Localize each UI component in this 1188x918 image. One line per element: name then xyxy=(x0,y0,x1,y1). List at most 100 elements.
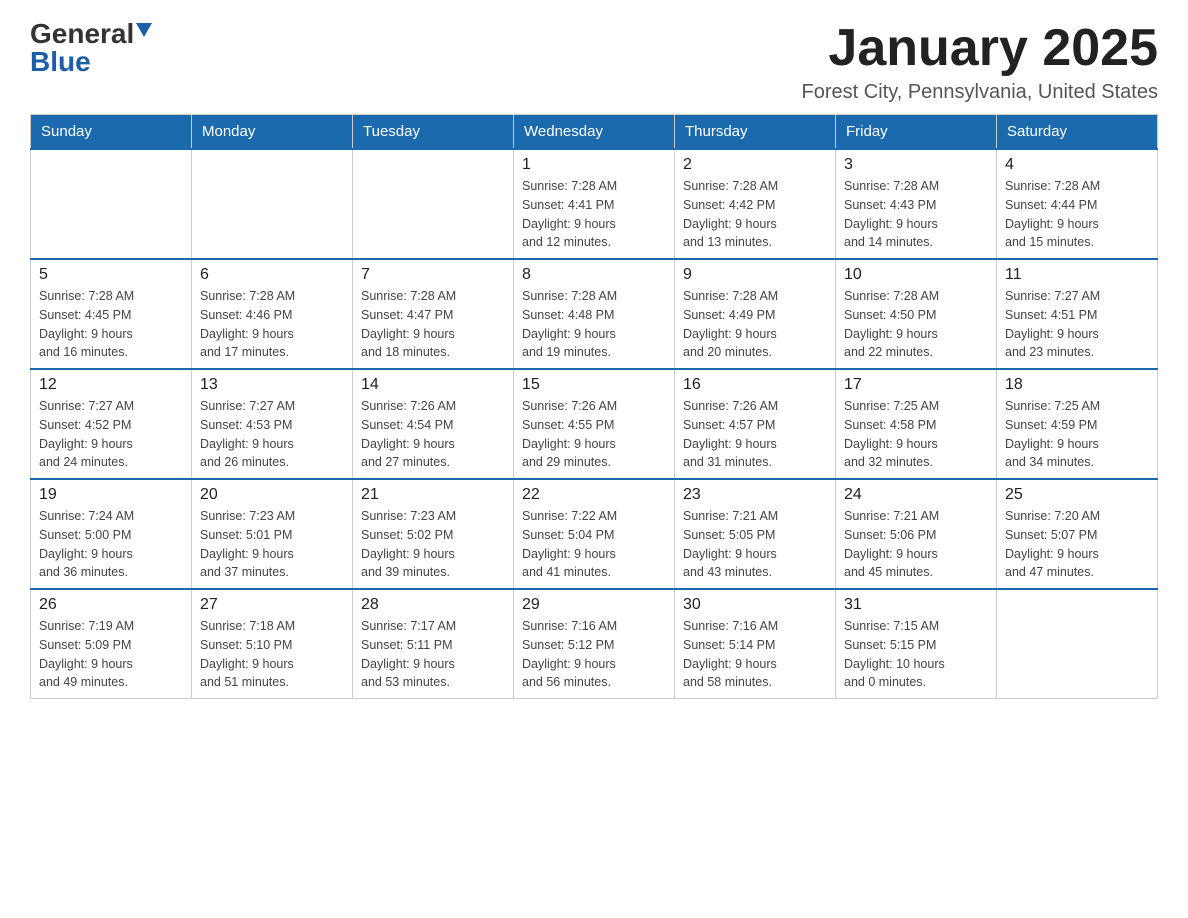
day-number: 9 xyxy=(683,266,827,284)
title-area: January 2025 Forest City, Pennsylvania, … xyxy=(802,20,1158,104)
table-row: 20 Sunrise: 7:23 AMSunset: 5:01 PMDayligh… xyxy=(192,479,353,589)
page-subtitle: Forest City, Pennsylvania, United States xyxy=(802,81,1158,104)
day-number: 27 xyxy=(200,596,344,614)
header-friday: Friday xyxy=(836,115,997,150)
day-info: Sunrise: 7:28 AMSunset: 4:44 PMDaylight:… xyxy=(1005,177,1149,252)
table-row: 1Sunrise: 7:28 AMSunset: 4:41 PMDaylight… xyxy=(514,149,675,259)
day-number: 21 xyxy=(361,486,505,504)
day-number: 20 xyxy=(200,486,344,504)
day-info: Sunrise: 7:26 AMSunset: 4:55 PMDaylight:… xyxy=(522,397,666,472)
day-info: Sunrise: 7:26 AMSunset: 4:57 PMDaylight:… xyxy=(683,397,827,472)
day-number: 6 xyxy=(200,266,344,284)
day-number: 30 xyxy=(683,596,827,614)
day-info: Sunrise: 7:28 AMSunset: 4:42 PMDaylight:… xyxy=(683,177,827,252)
header-monday: Monday xyxy=(192,115,353,150)
table-row: 19 Sunrise: 7:24 AMSunset: 5:00 PMDayligh… xyxy=(31,479,192,589)
day-number: 1 xyxy=(522,156,666,174)
day-info: Sunrise: 7:16 AMSunset: 5:14 PMDaylight:… xyxy=(683,617,827,692)
header-wednesday: Wednesday xyxy=(514,115,675,150)
day-info: Sunrise: 7:18 AMSunset: 5:10 PMDaylight:… xyxy=(200,617,344,692)
header-thursday: Thursday xyxy=(675,115,836,150)
logo-blue-text: Blue xyxy=(30,48,91,76)
table-row: 31 Sunrise: 7:15 AMSunset: 5:15 PMDayligh… xyxy=(836,589,997,699)
table-row: 10Sunrise: 7:28 AMSunset: 4:50 PMDayligh… xyxy=(836,259,997,369)
day-number: 23 xyxy=(683,486,827,504)
calendar-week-row: 19 Sunrise: 7:24 AMSunset: 5:00 PMDayligh… xyxy=(31,479,1158,589)
table-row: 13Sunrise: 7:27 AMSunset: 4:53 PMDayligh… xyxy=(192,369,353,479)
logo-general-text: General xyxy=(30,20,134,48)
table-row: 27 Sunrise: 7:18 AMSunset: 5:10 PMDayligh… xyxy=(192,589,353,699)
day-info: Sunrise: 7:16 AMSunset: 5:12 PMDaylight:… xyxy=(522,617,666,692)
day-number: 14 xyxy=(361,376,505,394)
day-info: Sunrise: 7:17 AMSunset: 5:11 PMDaylight:… xyxy=(361,617,505,692)
header-saturday: Saturday xyxy=(997,115,1158,150)
day-info: Sunrise: 7:23 AMSunset: 5:01 PMDaylight:… xyxy=(200,507,344,582)
day-info: Sunrise: 7:27 AMSunset: 4:52 PMDaylight:… xyxy=(39,397,183,472)
page-title: January 2025 xyxy=(802,20,1158,77)
day-info: Sunrise: 7:27 AMSunset: 4:53 PMDaylight:… xyxy=(200,397,344,472)
table-row: 21Sunrise: 7:23 AMSunset: 5:02 PMDayligh… xyxy=(353,479,514,589)
day-info: Sunrise: 7:26 AMSunset: 4:54 PMDaylight:… xyxy=(361,397,505,472)
day-info: Sunrise: 7:28 AMSunset: 4:46 PMDaylight:… xyxy=(200,287,344,362)
day-number: 18 xyxy=(1005,376,1149,394)
table-row: 15 Sunrise: 7:26 AMSunset: 4:55 PMDayligh… xyxy=(514,369,675,479)
day-info: Sunrise: 7:28 AMSunset: 4:48 PMDaylight:… xyxy=(522,287,666,362)
day-number: 15 xyxy=(522,376,666,394)
table-row: 30 Sunrise: 7:16 AMSunset: 5:14 PMDayligh… xyxy=(675,589,836,699)
day-number: 8 xyxy=(522,266,666,284)
table-row: 3 Sunrise: 7:28 AMSunset: 4:43 PMDaylight… xyxy=(836,149,997,259)
day-info: Sunrise: 7:25 AMSunset: 4:58 PMDaylight:… xyxy=(844,397,988,472)
table-row: 8 Sunrise: 7:28 AMSunset: 4:48 PMDaylight… xyxy=(514,259,675,369)
table-row: 23 Sunrise: 7:21 AMSunset: 5:05 PMDayligh… xyxy=(675,479,836,589)
header-tuesday: Tuesday xyxy=(353,115,514,150)
day-number: 19 xyxy=(39,486,183,504)
table-row: 26Sunrise: 7:19 AMSunset: 5:09 PMDayligh… xyxy=(31,589,192,699)
day-number: 3 xyxy=(844,156,988,174)
day-number: 10 xyxy=(844,266,988,284)
table-row: 22 Sunrise: 7:22 AMSunset: 5:04 PMDayligh… xyxy=(514,479,675,589)
day-number: 31 xyxy=(844,596,988,614)
table-row xyxy=(997,589,1158,699)
day-number: 5 xyxy=(39,266,183,284)
day-number: 7 xyxy=(361,266,505,284)
day-info: Sunrise: 7:21 AMSunset: 5:05 PMDaylight:… xyxy=(683,507,827,582)
header-sunday: Sunday xyxy=(31,115,192,150)
day-info: Sunrise: 7:28 AMSunset: 4:45 PMDaylight:… xyxy=(39,287,183,362)
day-number: 2 xyxy=(683,156,827,174)
calendar-week-row: 26Sunrise: 7:19 AMSunset: 5:09 PMDayligh… xyxy=(31,589,1158,699)
day-info: Sunrise: 7:20 AMSunset: 5:07 PMDaylight:… xyxy=(1005,507,1149,582)
day-info: Sunrise: 7:22 AMSunset: 5:04 PMDaylight:… xyxy=(522,507,666,582)
calendar-table: Sunday Monday Tuesday Wednesday Thursday… xyxy=(30,114,1158,699)
logo: General Blue xyxy=(30,20,152,76)
table-row: 7 Sunrise: 7:28 AMSunset: 4:47 PMDaylight… xyxy=(353,259,514,369)
table-row: 4 Sunrise: 7:28 AMSunset: 4:44 PMDaylight… xyxy=(997,149,1158,259)
table-row xyxy=(353,149,514,259)
table-row xyxy=(31,149,192,259)
calendar-week-row: 1Sunrise: 7:28 AMSunset: 4:41 PMDaylight… xyxy=(31,149,1158,259)
table-row: 11 Sunrise: 7:27 AMSunset: 4:51 PMDayligh… xyxy=(997,259,1158,369)
calendar-header-row: Sunday Monday Tuesday Wednesday Thursday… xyxy=(31,115,1158,150)
day-info: Sunrise: 7:15 AMSunset: 5:15 PMDaylight:… xyxy=(844,617,988,692)
table-row: 24 Sunrise: 7:21 AMSunset: 5:06 PMDayligh… xyxy=(836,479,997,589)
day-info: Sunrise: 7:28 AMSunset: 4:47 PMDaylight:… xyxy=(361,287,505,362)
table-row xyxy=(192,149,353,259)
day-number: 25 xyxy=(1005,486,1149,504)
day-number: 4 xyxy=(1005,156,1149,174)
day-info: Sunrise: 7:27 AMSunset: 4:51 PMDaylight:… xyxy=(1005,287,1149,362)
day-number: 24 xyxy=(844,486,988,504)
day-info: Sunrise: 7:28 AMSunset: 4:49 PMDaylight:… xyxy=(683,287,827,362)
table-row: 12Sunrise: 7:27 AMSunset: 4:52 PMDayligh… xyxy=(31,369,192,479)
day-info: Sunrise: 7:24 AMSunset: 5:00 PMDaylight:… xyxy=(39,507,183,582)
table-row: 2 Sunrise: 7:28 AMSunset: 4:42 PMDaylight… xyxy=(675,149,836,259)
day-number: 16 xyxy=(683,376,827,394)
day-info: Sunrise: 7:21 AMSunset: 5:06 PMDaylight:… xyxy=(844,507,988,582)
table-row: 16 Sunrise: 7:26 AMSunset: 4:57 PMDayligh… xyxy=(675,369,836,479)
table-row: 9 Sunrise: 7:28 AMSunset: 4:49 PMDaylight… xyxy=(675,259,836,369)
day-info: Sunrise: 7:28 AMSunset: 4:43 PMDaylight:… xyxy=(844,177,988,252)
table-row: 17Sunrise: 7:25 AMSunset: 4:58 PMDayligh… xyxy=(836,369,997,479)
logo-triangle-icon xyxy=(136,23,152,37)
day-number: 11 xyxy=(1005,266,1149,284)
table-row: 6 Sunrise: 7:28 AMSunset: 4:46 PMDaylight… xyxy=(192,259,353,369)
table-row: 5 Sunrise: 7:28 AMSunset: 4:45 PMDaylight… xyxy=(31,259,192,369)
day-number: 22 xyxy=(522,486,666,504)
